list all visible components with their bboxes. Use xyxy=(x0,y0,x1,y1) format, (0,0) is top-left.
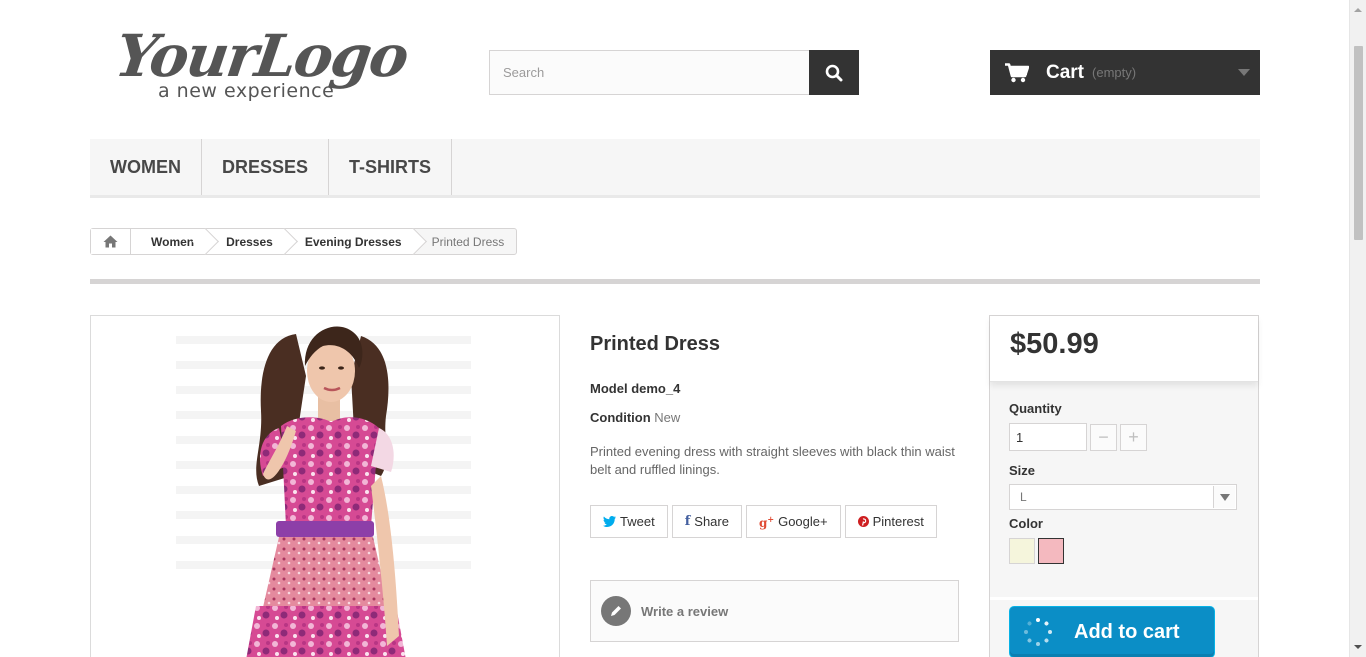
product-price: $50.99 xyxy=(1010,328,1099,360)
google-plus-button[interactable]: g+ Google+ xyxy=(745,505,841,538)
pinterest-icon xyxy=(857,516,869,527)
size-label: Size xyxy=(1009,463,1036,478)
search-icon xyxy=(825,64,843,81)
menu-item-t-shirts[interactable]: T-shirts xyxy=(329,139,453,195)
quantity-input[interactable] xyxy=(1009,423,1087,451)
loading-spinner-icon xyxy=(1024,618,1052,646)
buy-box: $50.99 Quantity − + Size L Color xyxy=(989,315,1259,657)
breadcrumb-women[interactable]: Women xyxy=(131,229,207,254)
product-options: Quantity − + Size L Color xyxy=(990,382,1258,564)
page-scrollbar[interactable] xyxy=(1349,0,1366,657)
search-button[interactable] xyxy=(809,50,859,95)
minus-icon: − xyxy=(1098,426,1109,447)
product-title: Printed Dress xyxy=(590,333,721,355)
menu-item-dresses[interactable]: Dresses xyxy=(202,139,330,195)
social-share-buttons: Tweet f Share g+ Google+ Pinterest xyxy=(590,505,937,538)
pencil-icon xyxy=(601,596,631,626)
shopping-cart-icon xyxy=(1005,62,1029,82)
scroll-down-icon[interactable] xyxy=(1354,645,1362,649)
section-divider xyxy=(90,279,1260,284)
search-bar xyxy=(489,50,859,95)
product-image[interactable] xyxy=(90,315,560,657)
pinterest-button[interactable]: Pinterest xyxy=(844,505,937,538)
buy-box-separator xyxy=(990,597,1258,600)
product-model: Model demo_4 xyxy=(590,381,680,396)
add-to-cart-label: Add to cart xyxy=(1074,620,1180,643)
product-condition: Condition New xyxy=(590,410,680,425)
chevron-down-icon xyxy=(1213,486,1235,508)
model-value: demo_4 xyxy=(631,381,681,396)
product-page: YourLogo a new experience Cart (empty) W… xyxy=(0,0,1366,657)
color-swatch-beige[interactable] xyxy=(1009,538,1035,564)
cart-label: Cart xyxy=(1046,61,1085,83)
scrollbar-thumb[interactable] xyxy=(1354,46,1363,240)
add-to-cart-button[interactable]: Add to cart xyxy=(1009,606,1215,657)
chevron-down-icon xyxy=(1238,69,1250,76)
condition-label: Condition xyxy=(590,410,651,425)
breadcrumb-evening-dresses[interactable]: Evening Dresses xyxy=(284,229,414,254)
scroll-up-icon[interactable] xyxy=(1354,8,1362,12)
plus-icon: + xyxy=(1128,426,1139,447)
logo-tagline: a new experience xyxy=(158,80,335,102)
share-label: Share xyxy=(694,514,729,529)
home-icon xyxy=(103,235,118,248)
search-input[interactable] xyxy=(489,50,809,95)
quantity-label: Quantity xyxy=(1009,401,1062,416)
main-menu: Women Dresses T-shirts xyxy=(90,139,1260,198)
quantity-decrease-button[interactable]: − xyxy=(1090,423,1117,451)
cart-button[interactable]: Cart (empty) xyxy=(990,50,1260,95)
tweet-label: Tweet xyxy=(620,514,655,529)
breadcrumb-home[interactable] xyxy=(91,229,131,254)
color-swatches xyxy=(1009,538,1258,564)
facebook-share-button[interactable]: f Share xyxy=(671,505,742,538)
google-plus-icon: g+ xyxy=(758,513,775,530)
twitter-icon xyxy=(603,516,616,527)
model-label: Model xyxy=(590,381,628,396)
condition-value: New xyxy=(654,410,681,425)
quantity-increase-button[interactable]: + xyxy=(1120,423,1147,451)
menu-item-women[interactable]: Women xyxy=(90,139,202,195)
breadcrumb-current: Printed Dress xyxy=(431,234,505,249)
product-description: Printed evening dress with straight slee… xyxy=(590,444,955,477)
color-swatch-pink[interactable] xyxy=(1038,538,1064,564)
size-select[interactable]: L xyxy=(1009,484,1237,510)
size-select-value: L xyxy=(1020,490,1027,504)
breadcrumb: Women Dresses Evening Dresses Printed Dr… xyxy=(90,228,518,255)
google-plus-label: Google+ xyxy=(778,514,828,529)
dress-model-image xyxy=(176,326,471,657)
price-area: $50.99 xyxy=(990,316,1258,382)
tweet-button[interactable]: Tweet xyxy=(590,505,668,538)
pinterest-label: Pinterest xyxy=(872,514,924,529)
cart-status: (empty) xyxy=(1092,65,1137,80)
facebook-icon: f xyxy=(684,514,691,529)
write-review-link[interactable]: Write a review xyxy=(641,604,728,619)
review-box: Write a review xyxy=(590,580,959,642)
site-logo[interactable]: YourLogo a new experience xyxy=(111,22,411,106)
quantity-row: − + xyxy=(1009,423,1258,451)
color-label: Color xyxy=(1009,516,1043,531)
